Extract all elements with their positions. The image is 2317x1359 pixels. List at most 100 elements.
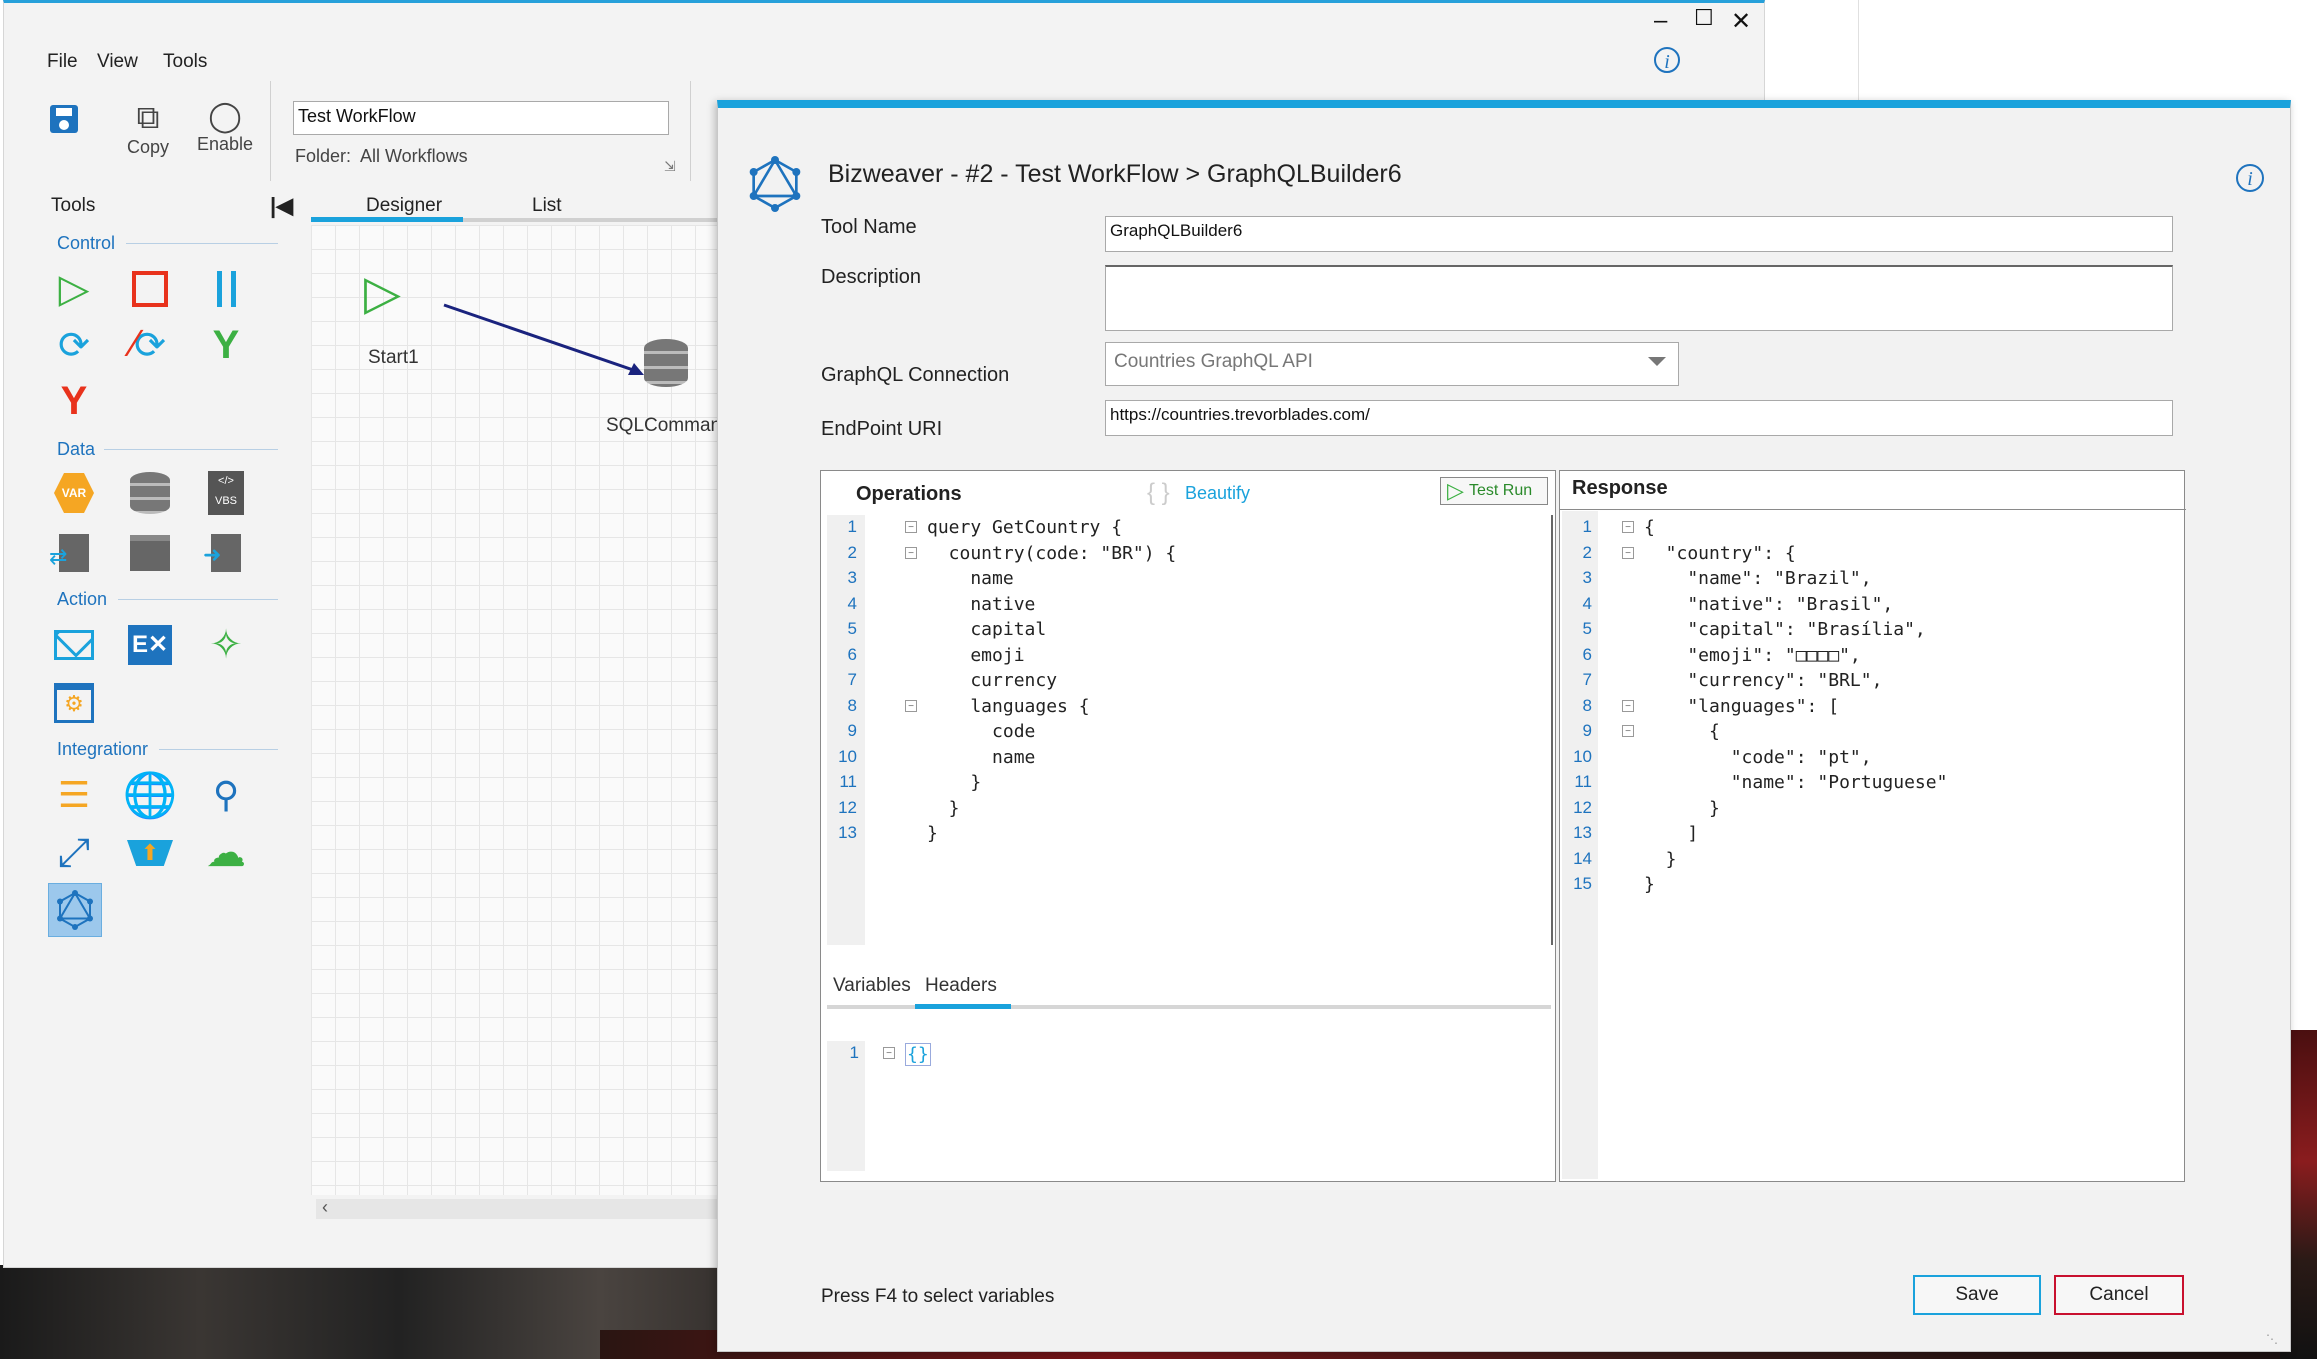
headers-editor[interactable]: {} <box>905 1043 931 1066</box>
file-convert-tool-icon[interactable]: ⇄ <box>49 529 98 577</box>
exchange-tool-icon[interactable]: E✕ <box>126 621 174 669</box>
cancel-button[interactable]: Cancel <box>2054 1275 2184 1315</box>
description-label: Description <box>821 266 922 288</box>
code-text: "name": "Portuguese" <box>1644 772 1948 793</box>
code-line: 10 "code": "pt", <box>1562 747 2182 773</box>
beautify-button[interactable]: Beautify <box>1185 483 1250 504</box>
section-action: Action <box>57 589 108 609</box>
chevron-down-icon[interactable] <box>1648 357 1666 366</box>
horizontal-scrollbar[interactable]: ‹ <box>316 1197 721 1219</box>
scroll-left-icon[interactable]: ‹ <box>322 1197 328 1218</box>
fold-toggle-icon[interactable]: − <box>905 546 917 559</box>
info-icon[interactable]: i <box>1654 47 1680 73</box>
fold-toggle-icon[interactable]: − <box>1622 521 1634 533</box>
line-number: 9 <box>847 721 857 740</box>
save-icon[interactable] <box>50 105 78 133</box>
service-tool-icon[interactable]: ⚙ <box>50 679 98 727</box>
line-number: 4 <box>1582 593 1592 613</box>
line-number: 4 <box>847 593 857 613</box>
workflow-name-input[interactable]: Test WorkFlow <box>293 101 669 135</box>
fold-toggle-icon[interactable]: − <box>1622 699 1634 712</box>
tab-list[interactable]: List <box>532 195 562 217</box>
close-button[interactable]: ✕ <box>1731 7 1751 36</box>
fold-toggle-icon[interactable]: − <box>1622 546 1634 559</box>
dialog-info-icon[interactable]: i <box>2236 164 2264 192</box>
tools-panel-title: Tools <box>51 195 96 216</box>
code-text: "currency": "BRL", <box>1644 670 1883 691</box>
collapse-panel-icon[interactable]: |◀ <box>270 193 293 219</box>
process-tool-icon[interactable]: ✧ <box>202 621 250 669</box>
test-run-button[interactable]: ▷ Test Run <box>1440 477 1548 505</box>
graphql-connection-select[interactable]: Countries GraphQL API <box>1105 342 1679 386</box>
code-text: name <box>927 746 1036 768</box>
line-number: 1 <box>1582 517 1592 536</box>
copy-button[interactable]: ⧉ Copy <box>120 99 176 158</box>
menu-tools[interactable]: Tools <box>163 51 207 73</box>
line-number: 13 <box>838 823 857 842</box>
pause-tool-icon[interactable] <box>202 265 250 313</box>
graphql-tool-icon[interactable] <box>48 883 102 937</box>
vbscript-tool-icon[interactable]: </> VBS <box>202 469 250 517</box>
sql-node-icon[interactable] <box>644 339 688 387</box>
tool-name-input[interactable]: GraphQLBuilder6 <box>1105 216 2173 252</box>
line-number: 8 <box>1582 695 1592 715</box>
resize-grip-icon[interactable]: ⋱ <box>2266 1332 2278 1346</box>
menu-file[interactable]: File <box>47 51 78 73</box>
graphql-connection-label: GraphQL Connection <box>821 364 1010 386</box>
start-node-icon[interactable]: ▷ <box>364 265 401 321</box>
start-tool-icon[interactable]: ▷ <box>50 265 98 313</box>
enable-button[interactable]: ◯ Enable <box>192 99 258 155</box>
section-divider <box>104 449 278 450</box>
transfer-tool-icon[interactable]: ⤢ <box>50 829 98 877</box>
code-line: 4 native <box>827 594 1547 620</box>
branch-tool-icon[interactable]: Y <box>202 321 250 369</box>
fold-toggle-icon[interactable]: − <box>1622 725 1634 737</box>
code-line: 3 name <box>827 568 1547 594</box>
tab-variables[interactable]: Variables <box>833 975 911 997</box>
merge-tool-icon[interactable]: Y <box>50 377 98 425</box>
menu-view[interactable]: View <box>97 51 138 73</box>
fold-toggle-icon[interactable]: − <box>905 521 917 533</box>
lightbulb-icon: ◯ <box>208 100 242 133</box>
minimize-button[interactable]: – <box>1654 7 1667 35</box>
line-number: 14 <box>1573 848 1592 868</box>
response-header-divider <box>1560 509 2186 510</box>
expand-corner-icon[interactable]: ⇲ <box>664 158 676 175</box>
graphql-builder-dialog: Bizweaver - #2 - Test WorkFlow > GraphQL… <box>717 100 2291 1352</box>
braces-icon: { } <box>1147 479 1170 506</box>
database-tool-icon[interactable] <box>126 469 174 517</box>
code-line: 10 name <box>827 747 1547 773</box>
file-move-tool-icon[interactable]: ➜ <box>202 529 250 577</box>
operations-title: Operations <box>856 483 962 505</box>
email-tool-icon[interactable] <box>50 621 98 669</box>
line-number: 8 <box>847 695 857 715</box>
fold-toggle-icon[interactable]: − <box>883 1047 895 1059</box>
maximize-button[interactable]: ☐ <box>1694 5 1714 31</box>
save-button[interactable]: Save <box>1913 1275 2041 1315</box>
endpoint-uri-input[interactable]: https://countries.trevorblades.com/ <box>1105 400 2173 436</box>
fold-toggle-icon[interactable]: − <box>905 699 917 712</box>
stop-tool-icon[interactable] <box>126 265 174 313</box>
line-number: 2 <box>847 542 857 562</box>
web-service-tool-icon[interactable]: 🌐 <box>123 771 178 820</box>
loop-tool-icon[interactable]: ⟳ <box>50 321 98 369</box>
code-line: 1 − query GetCountry { <box>827 517 1547 543</box>
tab-headers[interactable]: Headers <box>925 975 997 997</box>
subtab-active-indicator <box>915 1004 1011 1009</box>
folder-tool-icon[interactable] <box>126 529 174 577</box>
line-number: 1 <box>847 517 857 536</box>
break-loop-tool-icon[interactable]: ⟳ ∕ <box>126 321 174 369</box>
variable-tool-icon[interactable]: VAR <box>50 469 98 517</box>
description-input[interactable] <box>1105 265 2173 331</box>
code-text: currency <box>927 670 1058 691</box>
ftp-upload-tool-icon[interactable]: ⬆ <box>126 829 174 877</box>
line-number: 9 <box>1582 721 1592 740</box>
line-number: 6 <box>847 644 857 664</box>
line-number: 5 <box>1582 619 1592 638</box>
key-tool-icon[interactable]: ⚲ <box>202 771 250 819</box>
tab-designer[interactable]: Designer <box>366 195 442 217</box>
code-line: 13} <box>827 823 1547 849</box>
lines-tool-icon[interactable]: ☰ <box>50 771 98 819</box>
operations-scrollbar[interactable] <box>1551 515 1553 945</box>
cloud-tool-icon[interactable]: ☁ <box>202 829 250 877</box>
